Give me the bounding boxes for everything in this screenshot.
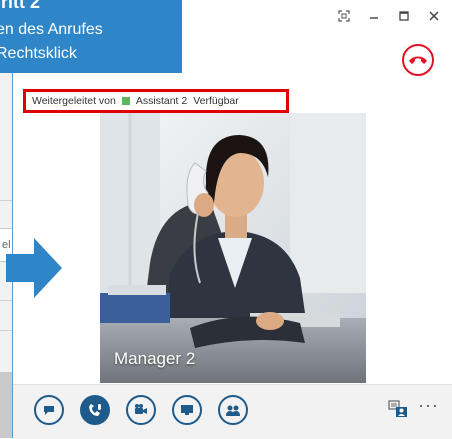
participants-button[interactable] <box>218 395 248 425</box>
minimize-icon <box>370 17 378 19</box>
maximize-button[interactable] <box>396 8 412 24</box>
tutorial-callout: chritt 2 en des Anrufes Rechtsklick <box>0 0 182 73</box>
forwarded-by-banner: Weitergeleitet von Assistant 2 Verfügbar <box>23 89 289 113</box>
fullscreen-icon <box>338 10 350 22</box>
forwarded-label: Weitergeleitet von <box>32 95 116 107</box>
participants-icon <box>226 405 240 416</box>
background-divider <box>0 200 12 201</box>
forwarding-contact-name[interactable]: Assistant 2 <box>136 95 187 107</box>
fullscreen-button[interactable] <box>336 8 352 24</box>
background-divider <box>0 330 12 331</box>
im-icon <box>44 406 54 415</box>
callout-text-line: en des Anrufes <box>0 21 103 38</box>
close-button[interactable] <box>426 8 442 24</box>
video-icon <box>135 404 147 414</box>
more-options-button[interactable]: ··· <box>418 395 439 416</box>
im-button[interactable] <box>34 395 64 425</box>
window-controls <box>336 8 442 24</box>
hang-up-icon <box>409 56 427 64</box>
show-gallery-button[interactable] <box>388 400 408 423</box>
minimize-button[interactable] <box>366 8 382 24</box>
close-icon <box>429 11 439 21</box>
video-button[interactable] <box>126 395 156 425</box>
present-button[interactable] <box>172 395 202 425</box>
contact-video-area: Manager 2 <box>100 113 366 383</box>
background-divider <box>0 300 12 301</box>
hang-up-button[interactable] <box>402 44 434 76</box>
maximize-icon <box>399 11 409 21</box>
background-bottom-panel <box>0 372 12 438</box>
call-controls-icon <box>89 404 101 416</box>
contact-photo <box>100 113 366 383</box>
call-toolbar: ··· <box>13 384 452 439</box>
callout-text-line: Rechtsklick <box>0 45 77 62</box>
call-controls-button[interactable] <box>80 395 110 425</box>
tutorial-arrow-icon <box>6 238 62 298</box>
callout-step-title: chritt 2 <box>0 0 41 12</box>
present-icon <box>181 405 193 415</box>
presence-available-icon <box>121 97 130 105</box>
participant-name-label: Manager 2 <box>114 349 196 368</box>
gallery-view-icon <box>388 400 407 417</box>
presence-status: Verfügbar <box>193 95 239 107</box>
